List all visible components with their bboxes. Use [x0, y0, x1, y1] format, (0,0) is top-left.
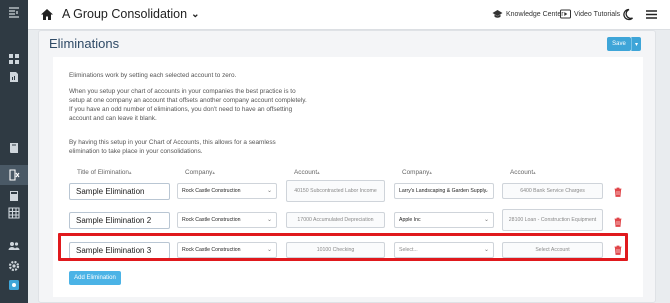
- add-elimination-button[interactable]: Add Elimination: [69, 271, 121, 285]
- calculator-icon[interactable]: [6, 189, 22, 203]
- account-select-2[interactable]: 28100 Loan - Construction Equipment: [502, 209, 603, 231]
- eliminations-card: Eliminations Save ▾ Eliminations work by…: [38, 30, 656, 303]
- menu-icon[interactable]: [645, 8, 658, 21]
- sort-icon: ▴: [128, 170, 132, 176]
- settings-icon[interactable]: [6, 259, 22, 273]
- company-select-value: Larry's Landscaping & Garden Supply: [399, 188, 487, 194]
- users-icon[interactable]: [6, 239, 22, 253]
- sidebar-collapse-icon[interactable]: [6, 6, 22, 20]
- group-selector[interactable]: A Group Consolidation ⌄: [62, 7, 199, 21]
- save-options-button[interactable]: ▾: [631, 37, 641, 51]
- group-title: A Group Consolidation: [62, 7, 188, 21]
- page-title: Eliminations: [49, 36, 120, 51]
- column-header-title[interactable]: Title of Elimination▴: [77, 169, 132, 176]
- sort-icon: ▴: [533, 170, 536, 176]
- column-header-label: Account: [294, 169, 318, 176]
- column-header-label: Account: [510, 169, 534, 176]
- company-select[interactable]: Rock Castle Construction ⌄: [177, 183, 277, 199]
- elimination-title-input[interactable]: Sample Elimination 2: [69, 212, 170, 229]
- highlight-box: [58, 233, 628, 261]
- trash-icon[interactable]: [614, 187, 622, 197]
- save-button[interactable]: Save: [607, 37, 631, 51]
- column-header-label: Company: [402, 169, 430, 176]
- video-tutorials-label: Video Tutorials: [574, 10, 621, 18]
- eliminations-panel: Eliminations work by setting each select…: [53, 57, 643, 297]
- account-select[interactable]: 17000 Accumulated Depreciation: [286, 212, 385, 228]
- book-icon[interactable]: [6, 141, 22, 155]
- account-select-2[interactable]: 6400 Bank Service Charges: [502, 183, 603, 199]
- description-intro: Eliminations work by setting each select…: [69, 72, 237, 79]
- chevron-down-icon: ⌄: [191, 8, 200, 20]
- dashboard-icon[interactable]: [6, 52, 22, 66]
- chevron-down-icon: ▾: [634, 41, 638, 48]
- company-select-value: Rock Castle Construction: [182, 188, 241, 194]
- company-select-2[interactable]: Larry's Landscaping & Garden Supply ⌄: [394, 183, 494, 199]
- company-select-value: Apple Inc: [399, 217, 421, 223]
- column-header-account[interactable]: Account▴: [294, 169, 320, 176]
- eliminations-icon[interactable]: [0, 165, 28, 185]
- dark-mode-icon[interactable]: [621, 8, 634, 21]
- description-setup: By having this setup in your Chart of Ac…: [69, 139, 276, 155]
- company-select[interactable]: Rock Castle Construction ⌄: [177, 212, 277, 228]
- chevron-down-icon: ⌄: [266, 188, 272, 194]
- trash-icon[interactable]: [614, 217, 622, 227]
- sort-icon: ▴: [317, 170, 320, 176]
- description-practice: When you setup your chart of accounts in…: [69, 88, 307, 122]
- report-icon[interactable]: [6, 70, 22, 84]
- graduation-cap-icon: [492, 10, 503, 18]
- left-sidebar: [0, 0, 28, 303]
- sort-icon: ▴: [212, 170, 215, 176]
- account-select[interactable]: 40150 Subcontracted Labor Income: [286, 180, 385, 202]
- home-icon[interactable]: [40, 8, 54, 21]
- card-header: Eliminations Save ▾: [39, 31, 655, 55]
- column-header-company[interactable]: Company▴: [185, 169, 215, 176]
- knowledge-center-link[interactable]: Knowledge Center: [492, 9, 564, 19]
- company-select-value: Rock Castle Construction: [182, 217, 241, 223]
- chevron-down-icon: ⌄: [266, 217, 272, 223]
- top-bar: A Group Consolidation ⌄ Knowledge Center…: [28, 0, 670, 30]
- video-icon: [560, 9, 571, 19]
- elimination-title-input[interactable]: Sample Elimination: [69, 183, 170, 200]
- column-header-label: Title of Elimination: [77, 169, 129, 176]
- column-header-account-2[interactable]: Account▴: [510, 169, 536, 176]
- account-icon[interactable]: [6, 278, 22, 292]
- column-header-label: Company: [185, 169, 213, 176]
- chevron-down-icon: ⌄: [483, 217, 489, 223]
- sort-icon: ▴: [429, 170, 432, 176]
- chevron-down-icon: ⌄: [483, 188, 489, 194]
- company-select-2[interactable]: Apple Inc ⌄: [394, 212, 494, 228]
- knowledge-center-label: Knowledge Center: [506, 10, 564, 18]
- grid-icon[interactable]: [6, 206, 22, 220]
- column-header-company-2[interactable]: Company▴: [402, 169, 432, 176]
- video-tutorials-link[interactable]: Video Tutorials: [560, 9, 620, 19]
